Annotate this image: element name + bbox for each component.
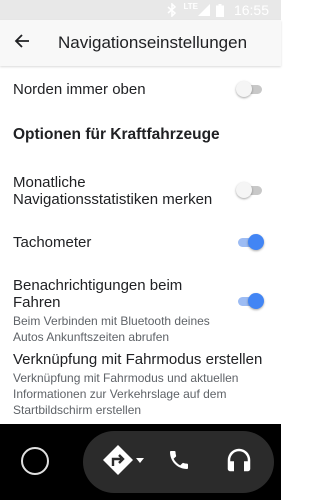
section-vehicle-options: Optionen für Kraftfahrzeuge (13, 126, 268, 144)
setting-driving-mode-shortcut-subtitle: Verknüpfung mit Fahrmodus und aktuellen … (13, 371, 239, 417)
toggle-knob (248, 293, 264, 309)
driving-notifications-toggle[interactable] (236, 292, 264, 310)
monthly-stats-toggle[interactable] (236, 181, 264, 199)
setting-speedometer[interactable]: Tachometer (13, 234, 268, 251)
arrow-back-icon (14, 33, 30, 54)
status-time: 16:55 (233, 2, 269, 18)
home-icon[interactable] (21, 447, 49, 475)
app-dock (83, 431, 274, 493)
battery-icon (215, 3, 224, 17)
navigation-icon (101, 443, 145, 482)
setting-monthly-stats-title: Monatliche Navigationsstatistiken merken (13, 174, 213, 208)
setting-driving-notifications-title: Benachrichtigungen beim Fahren (13, 277, 183, 311)
phone-button[interactable] (163, 431, 195, 493)
speedometer-toggle[interactable] (236, 233, 264, 251)
north-up-toggle[interactable] (236, 80, 264, 98)
toggle-knob (248, 234, 264, 250)
network-type: LTE (183, 1, 198, 11)
page-title: Navigationseinstellungen (58, 33, 248, 52)
bluetooth-icon (167, 3, 177, 17)
signal-icon (197, 4, 210, 16)
media-button[interactable] (221, 431, 257, 493)
setting-north-up[interactable]: Norden immer oben (13, 81, 268, 98)
navigation-button[interactable] (99, 431, 147, 493)
back-button[interactable] (2, 23, 42, 63)
phone-icon (167, 448, 191, 477)
section-header: Optionen für Kraftfahrzeuge (13, 126, 220, 143)
setting-driving-mode-shortcut-title: Verknüpfung mit Fahrmodus erstellen (13, 351, 263, 368)
navigation-bar (0, 424, 281, 500)
setting-driving-mode-shortcut[interactable]: Verknüpfung mit Fahrmodus erstellen Verk… (13, 351, 265, 418)
setting-driving-notifications-subtitle: Beim Verbinden mit Bluetooth deines Auto… (13, 314, 210, 344)
setting-monthly-stats[interactable]: Monatliche Navigationsstatistiken merken (13, 174, 221, 208)
setting-driving-notifications[interactable]: Benachrichtigungen beim Fahren Beim Verb… (13, 277, 221, 345)
setting-north-up-title: Norden immer oben (13, 81, 146, 98)
headphones-icon (224, 445, 254, 480)
toggle-knob (236, 182, 252, 198)
app-bar: Navigationseinstellungen (0, 20, 281, 66)
setting-speedometer-title: Tachometer (13, 234, 92, 251)
status-bar: LTE 16:55 (0, 0, 281, 20)
toggle-knob (236, 81, 252, 97)
